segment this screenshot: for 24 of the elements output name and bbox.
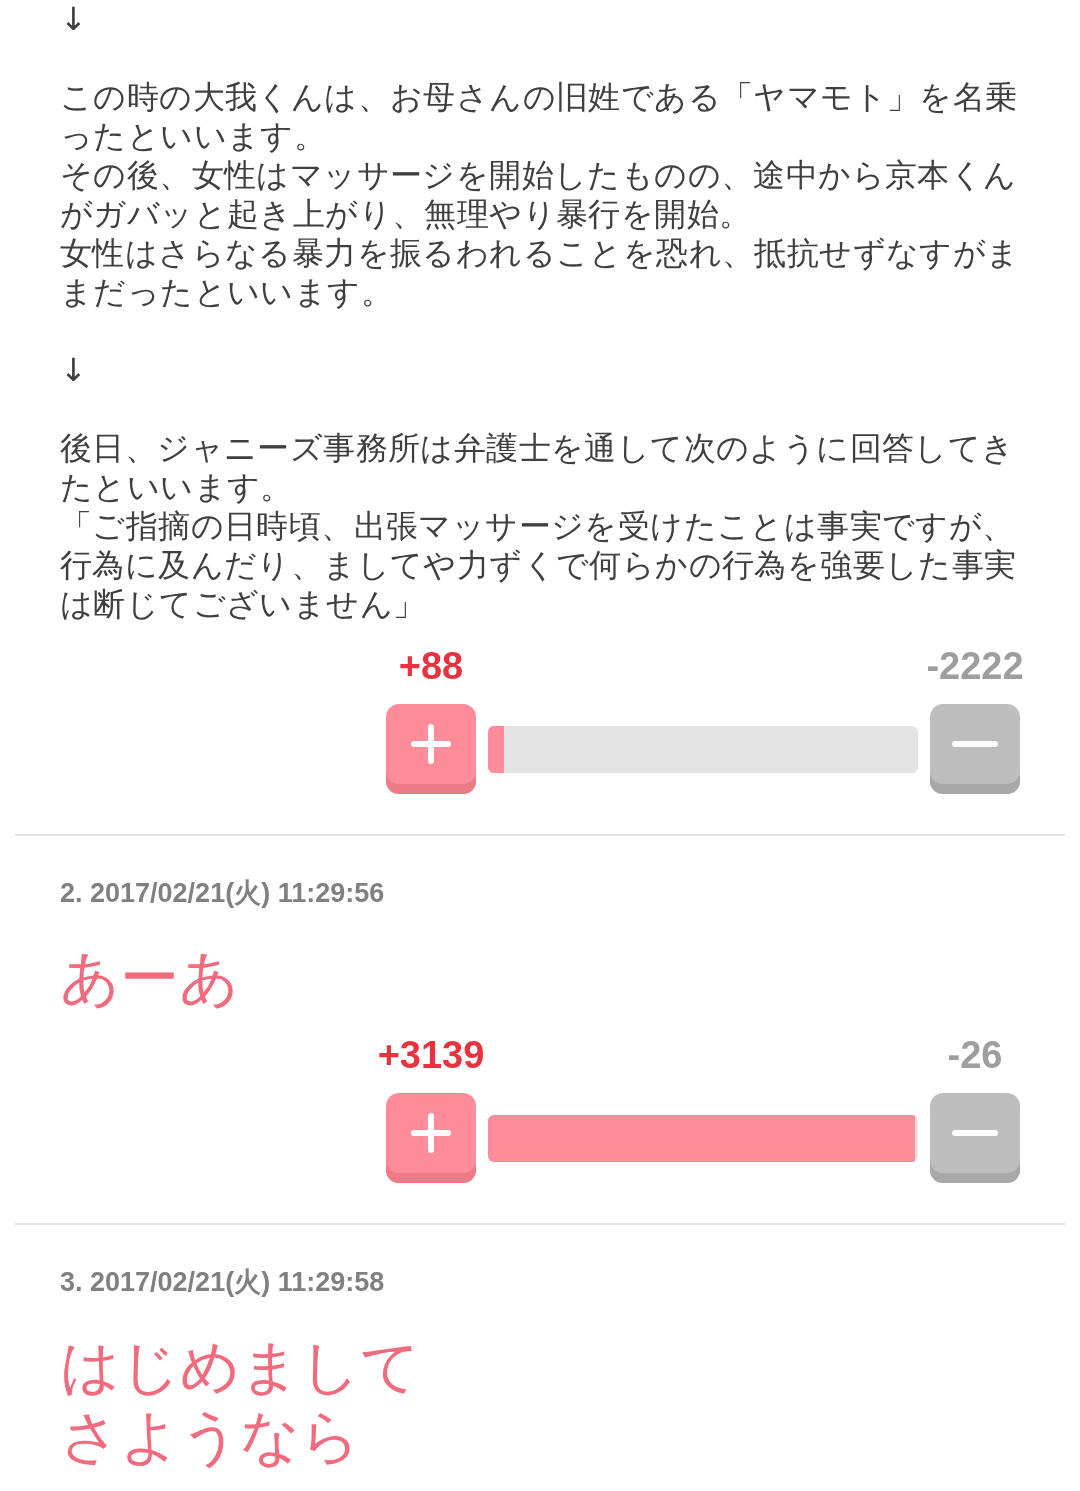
comment-text: この時の大我くんは、お母さんの旧姓である「ヤマモト」を名乗ったといいます。 bbox=[60, 78, 1019, 156]
downvote-count: -2222 bbox=[926, 644, 1024, 688]
plus-icon bbox=[411, 724, 451, 764]
upvote-button[interactable] bbox=[386, 704, 476, 794]
comment-text: 後日、ジャニーズ事務所は弁護士を通して次のように回答してきたといいます。 bbox=[60, 429, 1016, 507]
downvote-button[interactable] bbox=[930, 704, 1020, 794]
plus-icon bbox=[411, 1113, 451, 1153]
comment-text: あーあ bbox=[60, 943, 239, 1013]
comment-text: はじめまして bbox=[60, 1332, 420, 1402]
comment-text: ↓ bbox=[60, 0, 89, 39]
comment-text: 女性はさらなる暴力を振るわれることを恐れ、抵抗せずなすがままだったといいます。 bbox=[60, 234, 1020, 312]
downvote-count: -26 bbox=[947, 1033, 1003, 1077]
minus-icon bbox=[952, 741, 998, 747]
comment-text: その後、女性はマッサージを開始したものの、途中から京本くんがガバッと起き上がり、無理やり暴行を開始。 bbox=[60, 156, 1018, 234]
downvote-button[interactable] bbox=[930, 1093, 1020, 1183]
comment-text: ↓ bbox=[60, 351, 89, 390]
upvote-count: +88 bbox=[398, 644, 464, 688]
minus-icon bbox=[952, 1130, 998, 1136]
upvote-button[interactable] bbox=[386, 1093, 476, 1183]
comment-text: さようなら bbox=[60, 1402, 360, 1472]
comment-timestamp: 2. 2017/02/21(火) 11:29:56 bbox=[60, 877, 385, 910]
comment-text: 「ご指摘の日時頃、出張マッサージを受けたことは事実ですが、行為に及んだり、ましてや力ずくで何らかの行為を強要した事実は断じてございません」 bbox=[60, 507, 1018, 624]
comment-timestamp: 3. 2017/02/21(火) 11:29:58 bbox=[60, 1266, 385, 1299]
upvote-count: +3139 bbox=[377, 1033, 485, 1077]
